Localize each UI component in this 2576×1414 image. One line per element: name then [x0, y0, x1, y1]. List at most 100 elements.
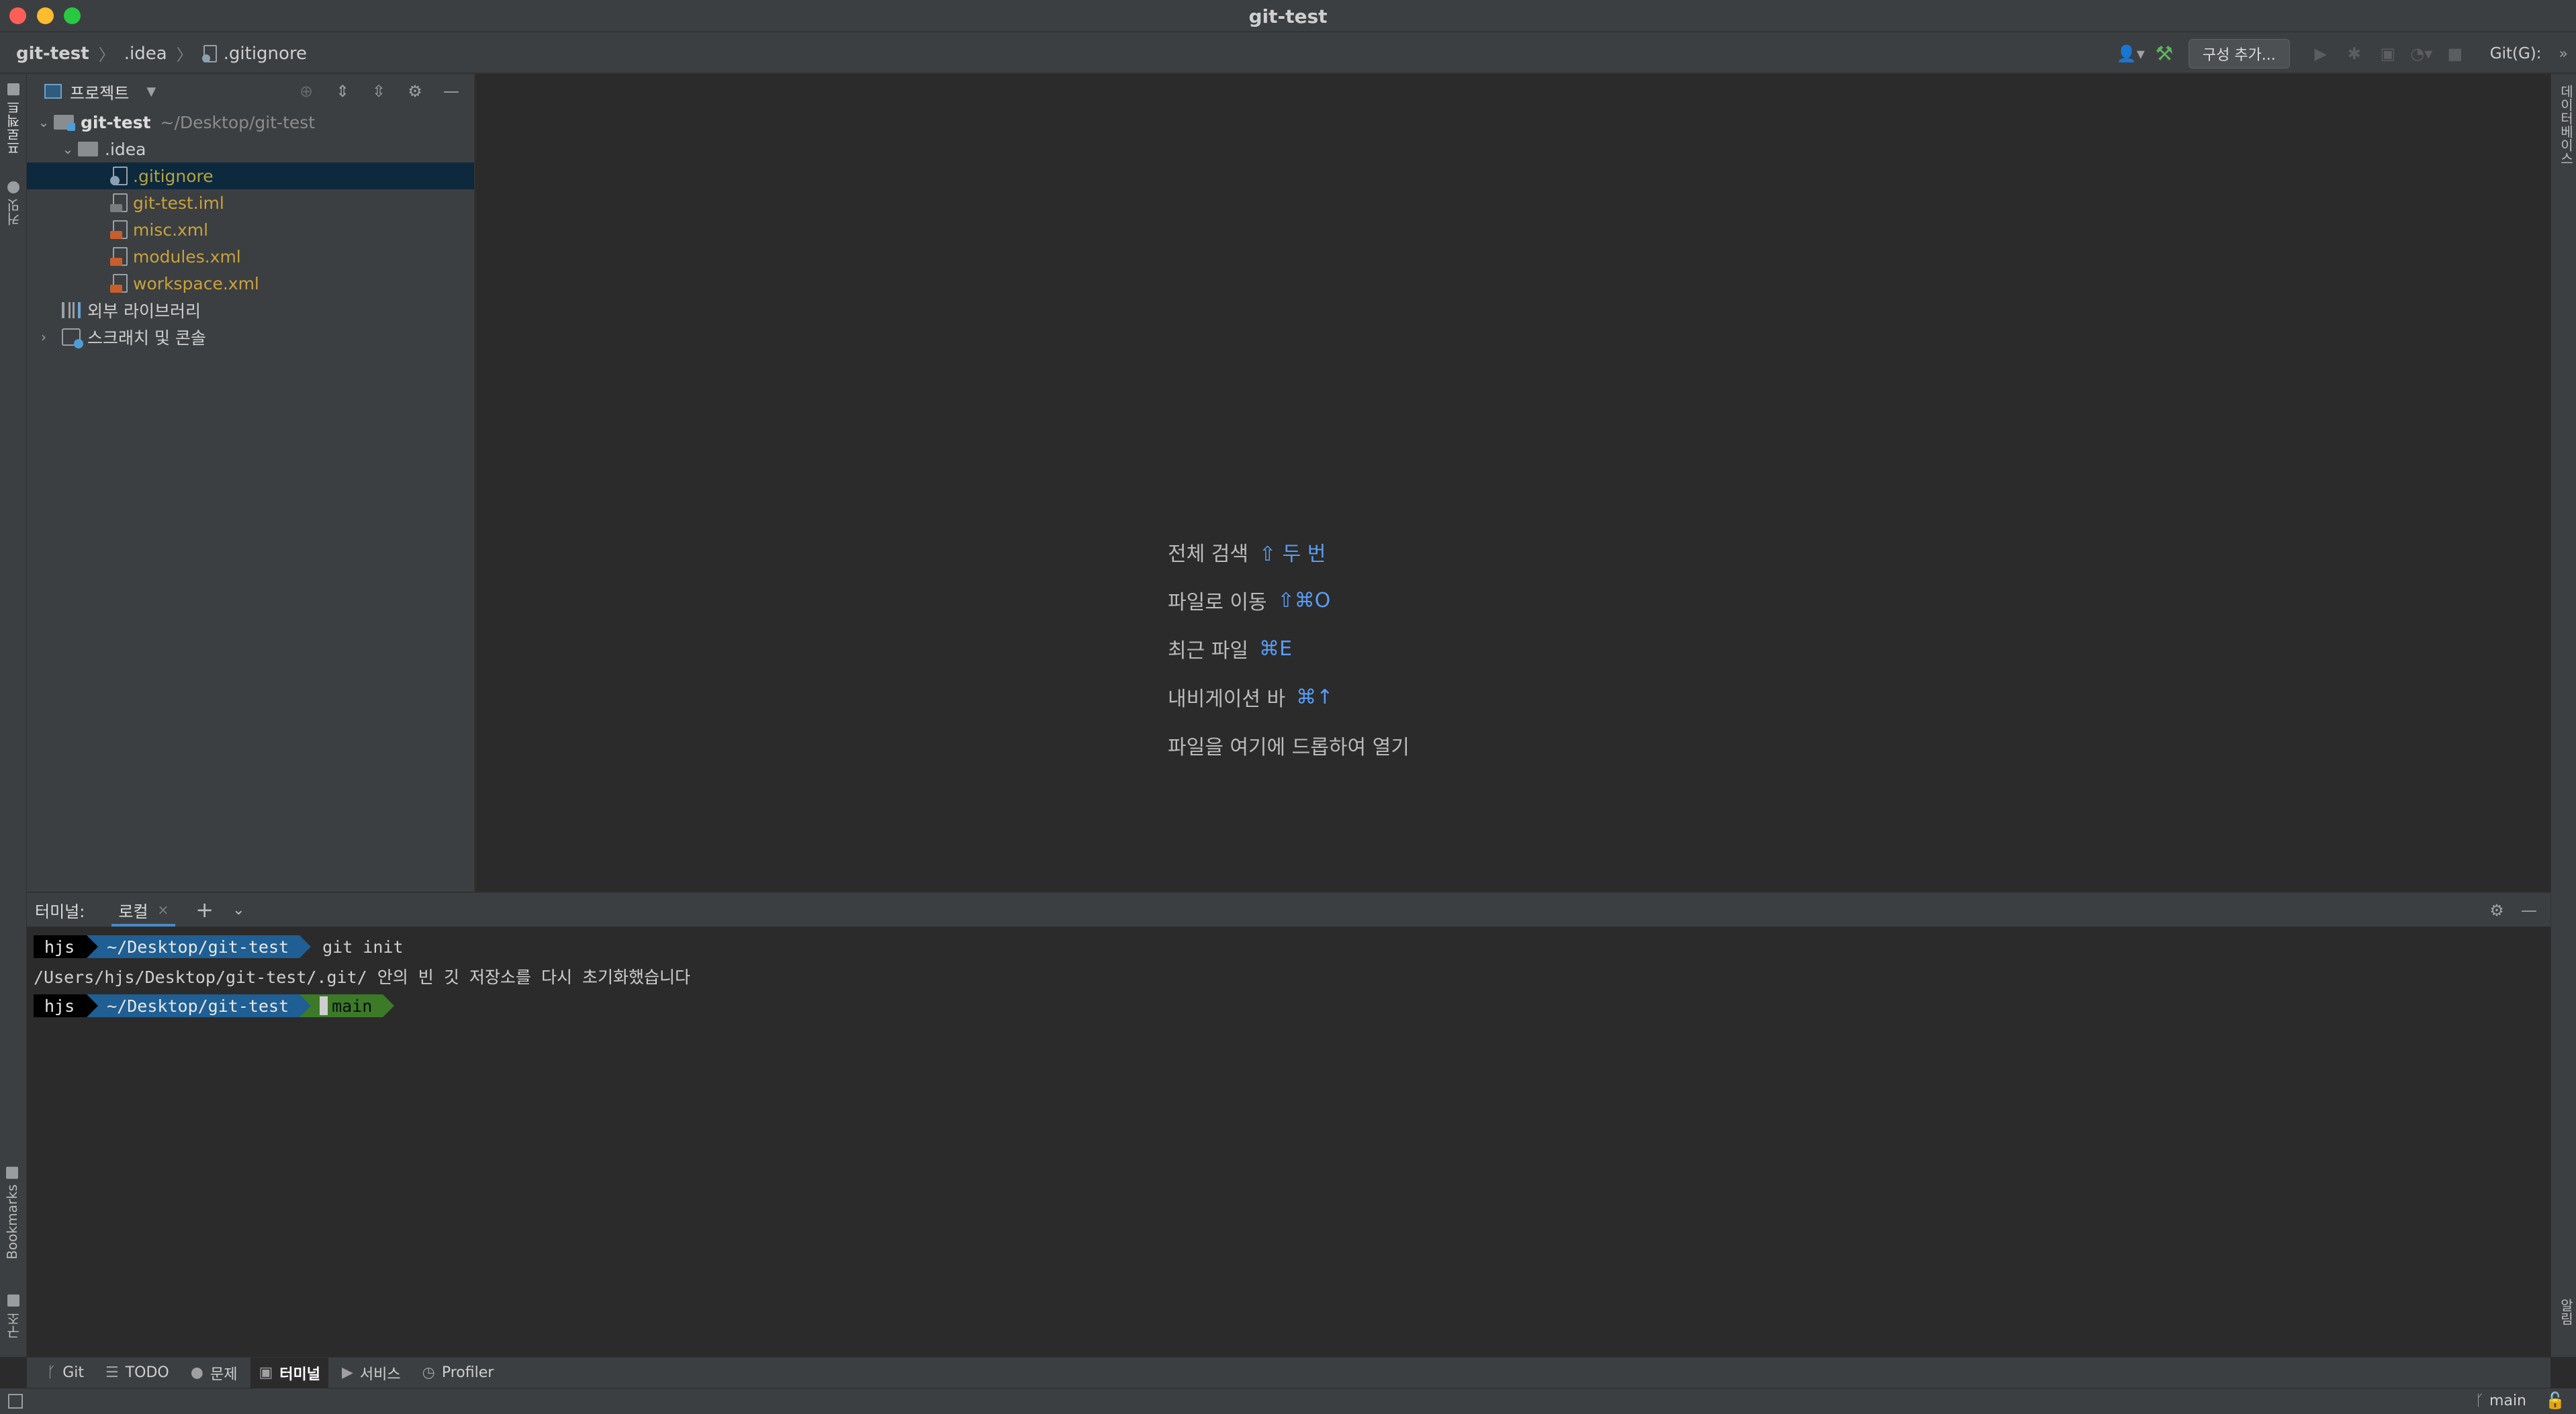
tree-item-gitignore[interactable]: .gitignore — [27, 162, 474, 189]
library-icon — [62, 302, 81, 318]
bottom-tab-terminal[interactable]: ▣ 터미널 — [250, 1357, 328, 1388]
breadcrumb-folder[interactable]: .idea — [124, 44, 167, 64]
terminal-label: 터미널: — [35, 902, 85, 921]
more-actions-icon[interactable]: » — [2559, 46, 2568, 62]
hide-panel-icon[interactable]: — — [2516, 898, 2542, 923]
tree-item-scratches[interactable]: › 스크래치 및 콘솔 — [27, 324, 474, 350]
run-icon[interactable]: ▶ — [2306, 39, 2336, 68]
close-icon[interactable]: × — [158, 902, 169, 918]
bookmark-icon — [6, 1167, 18, 1179]
readonly-lock-icon[interactable]: 🔓 — [2545, 1391, 2565, 1410]
tree-item-git-test-iml[interactable]: git-test.iml — [27, 189, 474, 216]
breadcrumb-separator: 〉 — [98, 46, 115, 64]
problems-icon: ● — [190, 1364, 203, 1381]
tree-item-idea-folder[interactable]: ⌄ .idea — [27, 136, 474, 162]
stop-icon[interactable]: ■ — [2440, 39, 2470, 68]
gear-icon[interactable]: ⚙ — [402, 79, 428, 103]
right-tool-stripe: 데이터베이스 알림 — [2550, 74, 2576, 1357]
structure-tool-tab[interactable]: 구조 — [4, 1294, 24, 1339]
build-hammer-icon[interactable]: ⚒ — [2150, 39, 2179, 68]
editor-area[interactable]: 전체 검색 ⇧ 두 번 파일로 이동 ⇧⌘O 최근 파일 ⌘E 내비게이션 바 ⌘↑ 파… — [477, 74, 2550, 892]
prompt-branch: main — [300, 994, 395, 1017]
breadcrumb-separator: 〉 — [176, 46, 193, 64]
profile-icon[interactable]: ◔▾ — [2407, 39, 2436, 68]
prompt-path: ~/Desktop/git-test — [87, 935, 312, 958]
chevron-down-icon[interactable]: ⌄ — [232, 902, 244, 918]
hint-search-everywhere: 전체 검색 ⇧ 두 번 — [1168, 543, 1326, 566]
terminal-output[interactable]: hjs ~/Desktop/git-test git init /Users/h… — [27, 927, 2550, 1026]
title-bar: git-test — [0, 0, 2576, 32]
window-title: git-test — [1248, 5, 1328, 28]
database-tool-tab[interactable]: 데이터베이스 — [2557, 85, 2576, 165]
scratch-icon — [62, 328, 83, 348]
commit-icon — [7, 181, 20, 193]
hint-recent-files: 최근 파일 ⌘E — [1168, 637, 1292, 663]
terminal-line: hjs ~/Desktop/git-test git init — [34, 932, 2544, 961]
breadcrumb-project[interactable]: git-test — [16, 44, 89, 64]
folder-icon — [7, 83, 20, 95]
hide-panel-icon[interactable]: — — [438, 79, 465, 103]
gitignore-file-icon — [201, 44, 217, 62]
chevron-right-icon[interactable]: › — [34, 329, 54, 345]
project-panel-title[interactable]: 프로젝트 — [70, 80, 129, 103]
terminal-icon: ▣ — [259, 1364, 273, 1381]
bottom-tab-profiler[interactable]: ◷ Profiler — [414, 1358, 502, 1388]
add-configuration-button[interactable]: 구성 추가... — [2188, 39, 2290, 68]
chevron-down-icon[interactable]: ⌄ — [34, 114, 54, 130]
branch-icon: ᚴ — [47, 1364, 56, 1381]
git-branch-widget[interactable]: ᚴ main — [2475, 1393, 2526, 1409]
commit-tool-tab[interactable]: 커밋 — [4, 181, 24, 226]
notifications-tool-tab[interactable]: 알림 — [2557, 1299, 2576, 1325]
project-tree: ⌄ git-test ~/Desktop/git-test ⌄ .idea .g… — [27, 109, 474, 350]
status-bar: ᚴ main 🔓 — [0, 1388, 2576, 1414]
bottom-tab-git[interactable]: ᚴ Git — [39, 1358, 92, 1388]
locate-file-icon[interactable]: ⊕ — [293, 79, 320, 103]
structure-icon — [7, 1294, 20, 1307]
bottom-tool-bar: ᚴ Git ☰ TODO ● 문제 ▣ 터미널 ▶ 서비스 ◷ Profiler — [27, 1357, 2550, 1388]
tree-item-external-libraries[interactable]: 외부 라이브러리 — [27, 297, 474, 324]
terminal-header: 터미널: 로컬 × + ⌄ ⚙ — — [27, 893, 2550, 927]
gear-icon[interactable]: ⚙ — [2483, 898, 2510, 923]
tree-item-modules-xml[interactable]: modules.xml — [27, 243, 474, 270]
tree-item-root[interactable]: ⌄ git-test ~/Desktop/git-test — [27, 109, 474, 136]
services-icon: ▶ — [341, 1364, 353, 1381]
hint-drop-files: 파일을 여기에 드롭하여 열기 — [1168, 736, 1410, 759]
terminal-cursor — [320, 996, 328, 1015]
toggle-tool-windows-icon[interactable] — [8, 1394, 23, 1409]
breadcrumb-file-label: .gitignore — [223, 43, 308, 64]
chevron-down-icon[interactable]: ⌄ — [58, 141, 78, 157]
new-terminal-tab-icon[interactable]: + — [195, 897, 214, 923]
git-toolbar-label[interactable]: Git(G): — [2490, 45, 2542, 62]
editor-empty-hints: 전체 검색 ⇧ 두 번 파일로 이동 ⇧⌘O 최근 파일 ⌘E 내비게이션 바 ⌘↑ 파… — [1168, 528, 1410, 769]
bottom-tab-services[interactable]: ▶ 서비스 — [334, 1358, 409, 1388]
tree-item-misc-xml[interactable]: misc.xml — [27, 216, 474, 243]
bookmarks-tool-tab[interactable]: Bookmarks — [4, 1167, 20, 1260]
terminal-command: git init — [322, 937, 404, 957]
terminal-line: /Users/hjs/Desktop/git-test/.git/ 안의 빈 깃… — [34, 961, 2544, 991]
terminal-tab-local[interactable]: 로컬 × — [111, 893, 176, 927]
hint-go-to-file: 파일로 이동 ⇧⌘O — [1168, 588, 1331, 615]
collapse-all-icon[interactable]: ⇳ — [365, 79, 392, 103]
module-folder-icon — [54, 115, 75, 131]
bottom-tab-problems[interactable]: ● 문제 — [183, 1358, 246, 1388]
expand-all-icon[interactable]: ⇕ — [329, 79, 356, 103]
xml-file-icon — [110, 274, 128, 293]
coverage-icon[interactable]: ▣ — [2373, 39, 2403, 68]
prompt-user: hjs — [34, 994, 99, 1017]
hint-navigation-bar: 내비게이션 바 ⌘↑ — [1168, 685, 1334, 712]
prompt-path: ~/Desktop/git-test — [87, 994, 312, 1017]
project-view-icon — [44, 84, 62, 99]
terminal-line: hjs ~/Desktop/git-test main — [34, 991, 2544, 1021]
debug-icon[interactable]: ✱ — [2340, 39, 2369, 68]
profiler-icon: ◷ — [422, 1364, 435, 1381]
breadcrumb-file[interactable]: .gitignore — [201, 43, 308, 64]
tree-item-workspace-xml[interactable]: workspace.xml — [27, 270, 474, 297]
chevron-down-icon[interactable]: ▼ — [146, 85, 156, 99]
account-icon[interactable]: 👤▾ — [2116, 39, 2146, 68]
project-tool-tab[interactable]: 프로젝트 — [4, 83, 24, 154]
left-tool-stripe: 프로젝트 커밋 Bookmarks 구조 — [0, 74, 27, 1357]
xml-file-icon — [110, 247, 128, 266]
terminal-panel: 터미널: 로컬 × + ⌄ ⚙ — hjs ~/Desktop/git-test… — [27, 892, 2550, 1358]
bottom-tab-todo[interactable]: ☰ TODO — [97, 1358, 177, 1388]
prompt-user: hjs — [34, 935, 99, 958]
